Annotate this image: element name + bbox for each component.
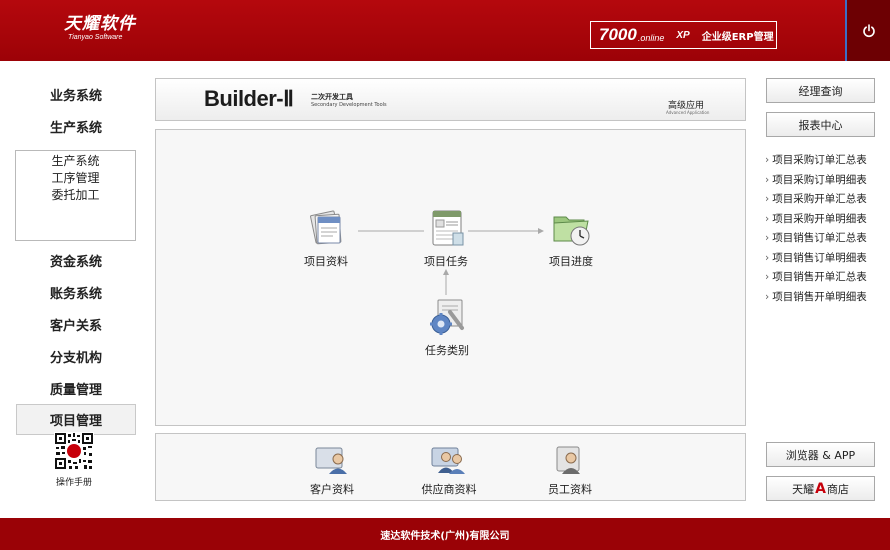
contacts-strip: 客户资料 供应商资料 员工资料 (155, 433, 746, 501)
submenu-item-outsourcing[interactable]: 委托加工 (16, 187, 135, 204)
report-link-sales-bill-summary[interactable]: › 项目销售开单汇总表 (765, 268, 885, 288)
builder-logo: Builder-Ⅱ (204, 86, 294, 111)
sidebar-item-quality[interactable]: 质量管理 (16, 373, 136, 403)
submenu-item-process[interactable]: 工序管理 (16, 170, 135, 187)
chevron-right-icon: › (765, 212, 770, 225)
report-center-button[interactable]: 报表中心 (766, 112, 875, 137)
manual-label[interactable]: 操作手册 (40, 475, 108, 488)
workflow-node-task-category[interactable]: 任务类别 (407, 298, 487, 358)
report-link-sales-order-summary[interactable]: › 项目销售订单汇总表 (765, 229, 885, 249)
arrow-head-task (443, 269, 449, 275)
workflow-node-project-task[interactable]: 项目任务 (406, 209, 486, 269)
banner-subtitle-en: Secondary Development Tools (311, 102, 387, 108)
report-link-sales-bill-detail[interactable]: › 项目销售开单明细表 (765, 288, 885, 308)
power-icon (862, 23, 875, 37)
company-logo: 天耀软件 Tianyao Software (64, 14, 136, 42)
header-bar: 天耀软件 Tianyao Software 7000 .online XP 企业… (0, 0, 890, 61)
report-link-purchase-order-summary[interactable]: › 项目采购订单汇总表 (765, 151, 885, 171)
strip-label: 客户资料 (310, 483, 354, 496)
product-badge: 7000 .online XP 企业级ERP管理 (590, 21, 777, 49)
folder-clock-icon (553, 216, 590, 246)
sidebar-item-production[interactable]: 生产系统 (16, 111, 136, 141)
badge-number: 7000 (599, 25, 637, 44)
report-link-sales-order-detail[interactable]: › 项目销售订单明细表 (765, 249, 885, 269)
store-label-post: 商店 (826, 482, 849, 496)
chevron-right-icon: › (765, 232, 770, 244)
workflow-panel: 项目资料 项目任务 项目进度 任务类别 (155, 129, 746, 426)
store-a-logo-icon: A (815, 480, 826, 497)
footer-company: 速达软件技术(广州)有限公司 (380, 530, 510, 542)
sidebar-item-crm[interactable]: 客户关系 (16, 309, 136, 339)
sidebar-item-business[interactable]: 业务系统 (16, 79, 136, 109)
manager-query-button[interactable]: 经理查询 (766, 78, 875, 103)
report-link-purchase-order-detail[interactable]: › 项目采购订单明细表 (765, 171, 885, 191)
badge-online: .online (637, 32, 665, 43)
footer-bar: 速达软件技术(广州)有限公司 (0, 518, 890, 550)
badge-xp: XP (676, 29, 690, 41)
strip-item-supplier[interactable]: 供应商资料 (409, 445, 489, 497)
power-button[interactable] (845, 0, 890, 61)
qr-code-icon[interactable] (54, 432, 94, 470)
banner-subtitle-cn: 二次开发工具 (311, 93, 353, 101)
chevron-right-icon: › (765, 193, 770, 205)
node-label: 项目进度 (549, 255, 593, 268)
supplier-icon (431, 447, 465, 474)
report-link-purchase-bill-summary[interactable]: › 项目采购开单汇总表 (765, 190, 885, 210)
submenu-item-production[interactable]: 生产系统 (16, 153, 135, 170)
node-label: 任务类别 (425, 344, 469, 357)
strip-item-customer[interactable]: 客户资料 (292, 445, 372, 497)
report-link-purchase-bill-detail[interactable]: › 项目采购开单明细表 (765, 210, 885, 230)
node-label: 项目资料 (304, 255, 348, 268)
chevron-right-icon: › (765, 173, 770, 186)
report-list: › 项目采购订单汇总表 › 项目采购订单明细表 › 项目采购开单汇总表 › 项目采购开单… (765, 151, 885, 307)
app-store-button[interactable]: 天耀 A 商店 (766, 476, 875, 501)
badge-text: 企业级ERP管理 (701, 31, 774, 43)
task-form-icon (432, 210, 464, 246)
sidebar-item-branches[interactable]: 分支机构 (16, 341, 136, 371)
strip-item-employee[interactable]: 员工资料 (530, 445, 610, 497)
store-label-pre: 天耀 (792, 482, 815, 496)
workflow-connectors (358, 228, 544, 295)
workflow-node-project-progress[interactable]: 项目进度 (531, 209, 611, 269)
employee-icon (556, 446, 580, 474)
strip-label: 供应商资料 (421, 483, 477, 496)
document-stack-icon (310, 210, 342, 245)
chevron-right-icon: › (765, 154, 770, 166)
workflow-node-project-data[interactable]: 项目资料 (286, 209, 366, 269)
customer-icon (315, 447, 347, 474)
strip-label: 员工资料 (548, 483, 592, 496)
sidebar-item-project[interactable]: 项目管理 (16, 404, 136, 435)
chevron-right-icon: › (765, 290, 770, 303)
sidebar-item-funds[interactable]: 资金系统 (16, 245, 136, 275)
chevron-right-icon: › (765, 251, 770, 264)
logo-title: 天耀软件 (64, 14, 136, 34)
logo-subtitle: Tianyao Software (68, 34, 123, 41)
chevron-right-icon: › (765, 271, 770, 283)
sidebar-item-accounting[interactable]: 账务系统 (16, 277, 136, 307)
gear-tools-icon (430, 299, 464, 335)
sidebar-submenu: 生产系统 工序管理 委托加工 (15, 150, 136, 241)
browser-app-button[interactable]: 浏览器 & APP (766, 442, 875, 467)
builder-banner: Builder-Ⅱ 二次开发工具 Secondary Development T… (155, 78, 746, 121)
node-label: 项目任务 (424, 255, 468, 268)
advanced-application-en: Advanced Application (666, 110, 710, 115)
